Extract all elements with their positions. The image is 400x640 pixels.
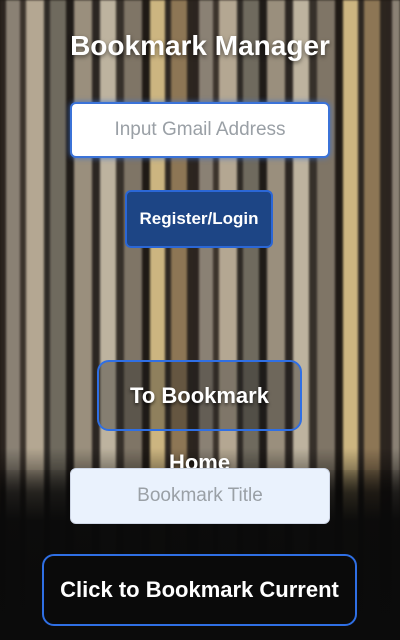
gmail-address-input[interactable] — [70, 102, 330, 158]
bookmark-manager-screen: Bookmark Manager Register/Login To Bookm… — [0, 0, 400, 640]
page-title: Bookmark Manager — [70, 30, 330, 61]
bookmark-title-input[interactable] — [70, 468, 330, 524]
to-bookmark-home-button[interactable]: To Bookmark Home — [97, 360, 302, 475]
register-login-button[interactable]: Register/Login — [125, 190, 273, 248]
bookmark-current-page-button[interactable]: Click to Bookmark Current Page — [42, 554, 357, 626]
